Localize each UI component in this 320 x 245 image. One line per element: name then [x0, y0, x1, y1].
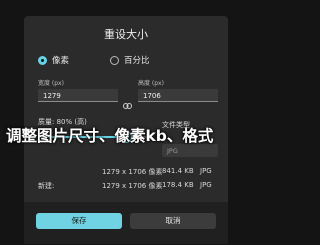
current-size: 841.4 KB: [162, 167, 194, 175]
radio-unselected-icon[interactable]: [110, 55, 119, 65]
new-type: JPG: [200, 181, 212, 189]
radio-pixels[interactable]: 像素: [38, 54, 69, 66]
save-button[interactable]: 保存: [36, 213, 122, 229]
radio-percent-label: 百分比: [124, 56, 150, 66]
current-type: JPG: [200, 167, 212, 175]
new-dims: 1279 x 1706 像素: [102, 182, 163, 190]
radio-percent[interactable]: 百分比: [110, 54, 150, 66]
height-label: 高度 (px): [138, 80, 164, 87]
cancel-button[interactable]: 取消: [130, 213, 216, 229]
radio-selected-icon[interactable]: [38, 55, 47, 65]
link-icon[interactable]: [123, 94, 132, 113]
new-size: 178.4 KB: [162, 181, 194, 189]
current-dims: 1279 x 1706 像素: [102, 168, 163, 176]
width-label: 宽度 (px): [38, 80, 64, 87]
height-input[interactable]: 1706: [138, 89, 218, 102]
new-label: 新建:: [38, 182, 55, 190]
width-input[interactable]: 1279: [38, 89, 118, 102]
dialog-title: 重设大小: [104, 28, 148, 41]
radio-pixels-label: 像素: [52, 56, 70, 66]
overlay-caption: 调整图片尺寸、像素kb、格式: [6, 127, 214, 145]
